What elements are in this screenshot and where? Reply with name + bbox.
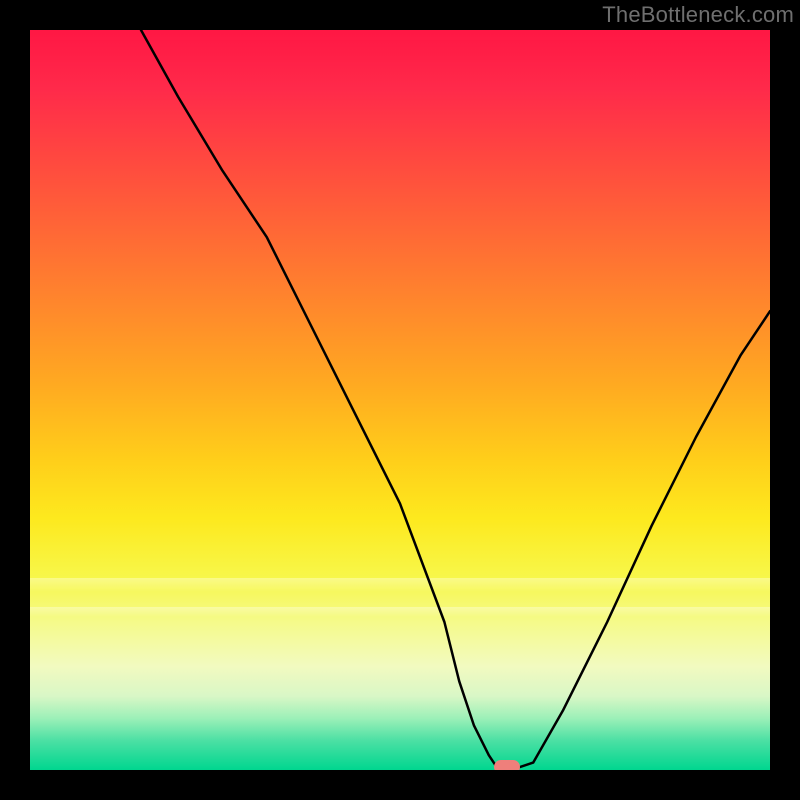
plot-area [30,30,770,770]
optimal-point-marker [494,760,520,770]
chart-frame: TheBottleneck.com [0,0,800,800]
bottleneck-curve [30,30,770,770]
watermark-text: TheBottleneck.com [602,2,794,28]
